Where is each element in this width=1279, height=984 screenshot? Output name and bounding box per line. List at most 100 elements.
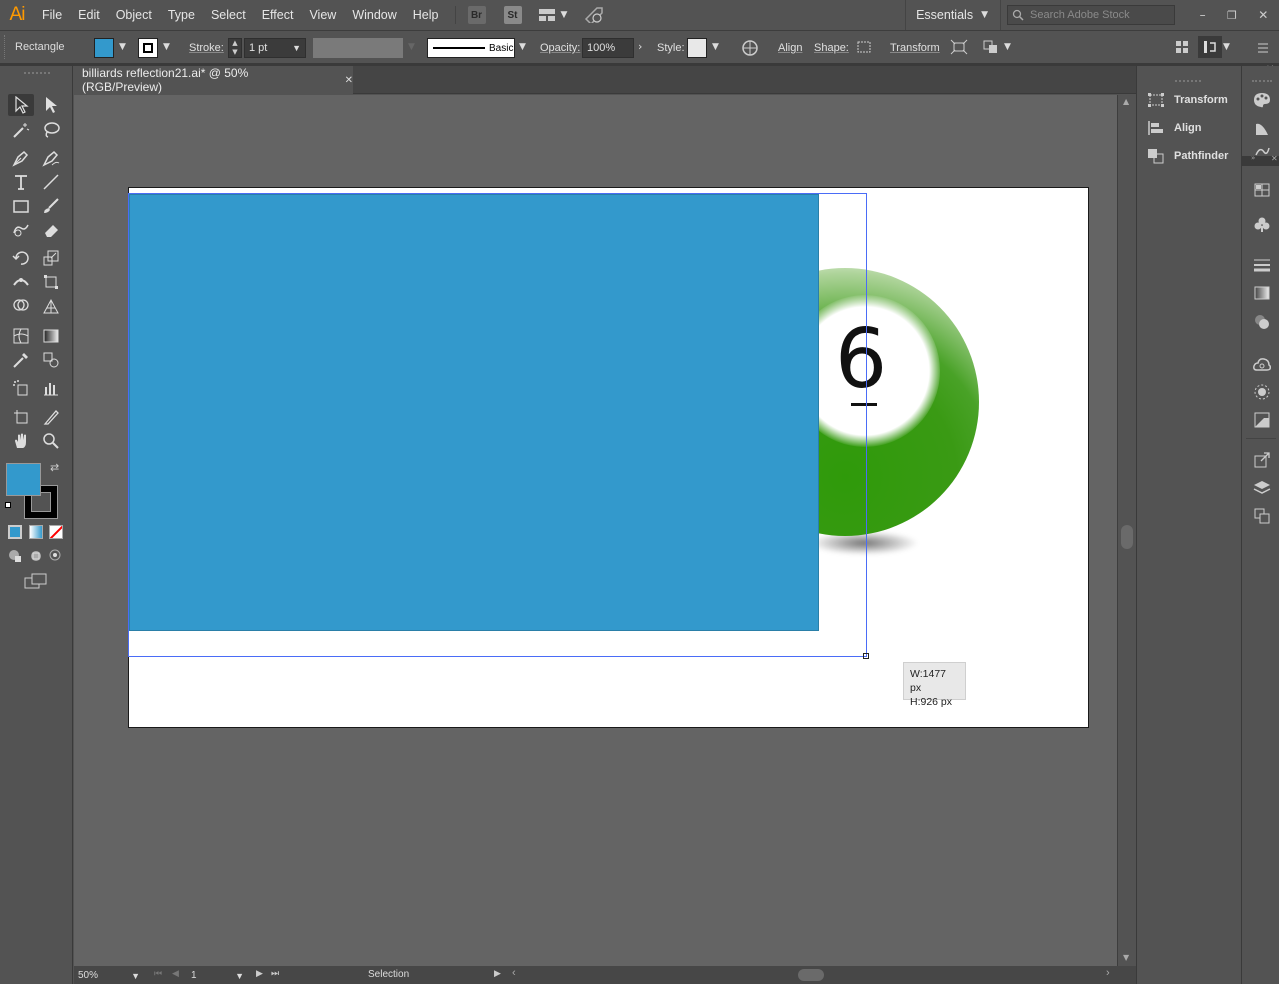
first-artboard-icon[interactable]: ⏮ bbox=[154, 968, 162, 979]
opacity-field[interactable]: 100% bbox=[582, 38, 634, 58]
swap-colors-icon[interactable]: ⇄ bbox=[50, 461, 59, 474]
transparency-panel-button[interactable] bbox=[1252, 312, 1272, 332]
paintbrush-tool[interactable] bbox=[38, 195, 64, 217]
shape-builder-tool[interactable] bbox=[8, 295, 34, 317]
line-tool[interactable] bbox=[38, 171, 64, 193]
menu-object[interactable]: Object bbox=[108, 0, 160, 30]
stroke-panel-button[interactable] bbox=[1252, 255, 1272, 275]
gradient-tool[interactable] bbox=[38, 325, 64, 347]
close-tab-icon[interactable]: ✕ bbox=[345, 75, 353, 86]
shape-properties-button[interactable] bbox=[856, 40, 872, 57]
curvature-tool[interactable] bbox=[38, 147, 64, 169]
bridge-button[interactable]: Br bbox=[467, 6, 486, 24]
shaper-tool[interactable] bbox=[8, 219, 34, 241]
gradient-mode-button[interactable] bbox=[29, 525, 43, 539]
artboard[interactable]: 6 bbox=[128, 187, 1089, 728]
align-label[interactable]: Align bbox=[778, 42, 802, 54]
artboard-tool[interactable] bbox=[8, 406, 34, 428]
pathfinder-panel-button[interactable]: Pathfinder bbox=[1147, 145, 1228, 167]
color-panel-button[interactable] bbox=[1252, 90, 1272, 110]
eraser-tool[interactable] bbox=[38, 219, 64, 241]
swatches-panel-button[interactable] bbox=[1252, 180, 1272, 200]
artboard-number-field[interactable]: 1 ▼ bbox=[188, 968, 244, 983]
arrange-documents-button[interactable]: ▼ bbox=[538, 8, 567, 22]
scroll-right-icon[interactable]: › bbox=[1106, 967, 1110, 979]
lasso-tool[interactable] bbox=[38, 119, 64, 141]
selection-tool[interactable] bbox=[8, 94, 34, 116]
symbols-panel-button[interactable] bbox=[1252, 215, 1272, 235]
workspace-switcher[interactable]: Essentials ▼ bbox=[916, 8, 988, 22]
stroke-dropdown[interactable]: ▼ bbox=[163, 42, 170, 52]
menu-view[interactable]: View bbox=[301, 0, 344, 30]
gpu-performance-button[interactable] bbox=[583, 5, 605, 26]
graphic-styles-button[interactable] bbox=[1252, 410, 1272, 430]
opacity-arrow[interactable]: › bbox=[638, 40, 642, 53]
scroll-up-icon[interactable]: ▲ bbox=[1123, 97, 1129, 106]
draw-behind-button[interactable] bbox=[29, 549, 43, 566]
arrange-button[interactable]: ▼ bbox=[982, 39, 1011, 55]
variable-width-profile[interactable] bbox=[313, 38, 403, 58]
panel-grid-button[interactable] bbox=[1175, 40, 1189, 57]
scroll-down-icon[interactable]: ▼ bbox=[1123, 953, 1129, 962]
fill-color-box[interactable] bbox=[6, 463, 41, 496]
last-artboard-icon[interactable]: ⏭ bbox=[271, 968, 279, 979]
status-menu-icon[interactable]: ▶ bbox=[494, 968, 501, 979]
control-bar-menu-button[interactable] bbox=[1257, 42, 1269, 56]
type-tool[interactable] bbox=[8, 171, 34, 193]
color-mode-button[interactable] bbox=[8, 525, 22, 539]
profile-dropdown[interactable]: ▼ bbox=[408, 42, 415, 52]
style-swatch[interactable] bbox=[687, 38, 707, 58]
brush-dropdown[interactable]: ▼ bbox=[519, 42, 526, 52]
vertical-scroll-thumb[interactable] bbox=[1121, 525, 1133, 549]
menu-edit[interactable]: Edit bbox=[70, 0, 108, 30]
menu-select[interactable]: Select bbox=[203, 0, 254, 30]
horizontal-scroll-thumb[interactable] bbox=[798, 969, 824, 981]
recolor-artwork-button[interactable] bbox=[741, 39, 759, 60]
shape-label[interactable]: Shape: bbox=[814, 42, 849, 54]
menu-effect[interactable]: Effect bbox=[254, 0, 302, 30]
screen-mode-button[interactable] bbox=[24, 573, 48, 592]
stroke-swatch[interactable] bbox=[138, 38, 158, 58]
width-tool[interactable] bbox=[8, 271, 34, 293]
layers-panel-button[interactable] bbox=[1252, 478, 1272, 498]
symbol-sprayer-tool[interactable] bbox=[8, 377, 34, 399]
stroke-weight-field[interactable]: 1 pt ▼ bbox=[244, 38, 306, 58]
artboards-panel-button[interactable] bbox=[1252, 506, 1272, 526]
opacity-label[interactable]: Opacity: bbox=[540, 42, 580, 54]
none-mode-button[interactable] bbox=[49, 525, 63, 539]
gradient-panel-button[interactable] bbox=[1252, 283, 1272, 303]
menu-window[interactable]: Window bbox=[344, 0, 404, 30]
menu-type[interactable]: Type bbox=[160, 0, 203, 30]
export-panel-button[interactable] bbox=[1252, 450, 1272, 470]
color-guide-button[interactable] bbox=[1252, 118, 1272, 138]
creative-cloud-button[interactable] bbox=[1252, 354, 1272, 374]
resize-handle[interactable] bbox=[863, 653, 869, 659]
stroke-stepper[interactable]: ▲ ▼ bbox=[228, 38, 242, 58]
style-dropdown[interactable]: ▼ bbox=[712, 42, 719, 52]
rotate-tool[interactable] bbox=[8, 247, 34, 269]
document-tab[interactable]: billiards reflection21.ai* @ 50% (RGB/Pr… bbox=[73, 66, 353, 94]
pen-tool[interactable] bbox=[8, 147, 34, 169]
isolate-button[interactable] bbox=[950, 39, 968, 58]
vertical-scrollbar[interactable]: ▲ ▼ bbox=[1117, 95, 1136, 966]
selection-bounding-box[interactable] bbox=[128, 193, 867, 657]
panel-toggle-button[interactable] bbox=[1198, 36, 1222, 58]
scale-tool[interactable] bbox=[38, 247, 64, 269]
search-stock-field[interactable]: Search Adobe Stock bbox=[1007, 5, 1175, 25]
magic-wand-tool[interactable] bbox=[8, 119, 34, 141]
canvas-area[interactable]: 6 W:1477 px H:926 px bbox=[74, 95, 1117, 966]
stroke-label[interactable]: Stroke: bbox=[189, 42, 224, 54]
perspective-grid-tool[interactable] bbox=[38, 295, 64, 317]
appearance-panel-button[interactable] bbox=[1252, 382, 1272, 402]
slice-tool[interactable] bbox=[38, 406, 64, 428]
free-transform-tool[interactable] bbox=[38, 271, 64, 293]
transform-label[interactable]: Transform bbox=[890, 42, 940, 54]
stock-button[interactable]: St bbox=[503, 6, 522, 24]
close-window-button[interactable]: ✕ bbox=[1258, 8, 1268, 22]
zoom-field[interactable]: 50% ▼ bbox=[78, 968, 142, 983]
draw-inside-button[interactable] bbox=[49, 549, 61, 564]
direct-selection-tool[interactable] bbox=[38, 94, 64, 116]
mesh-tool[interactable] bbox=[8, 325, 34, 347]
menu-help[interactable]: Help bbox=[405, 0, 447, 30]
eyedropper-tool[interactable] bbox=[8, 349, 34, 371]
